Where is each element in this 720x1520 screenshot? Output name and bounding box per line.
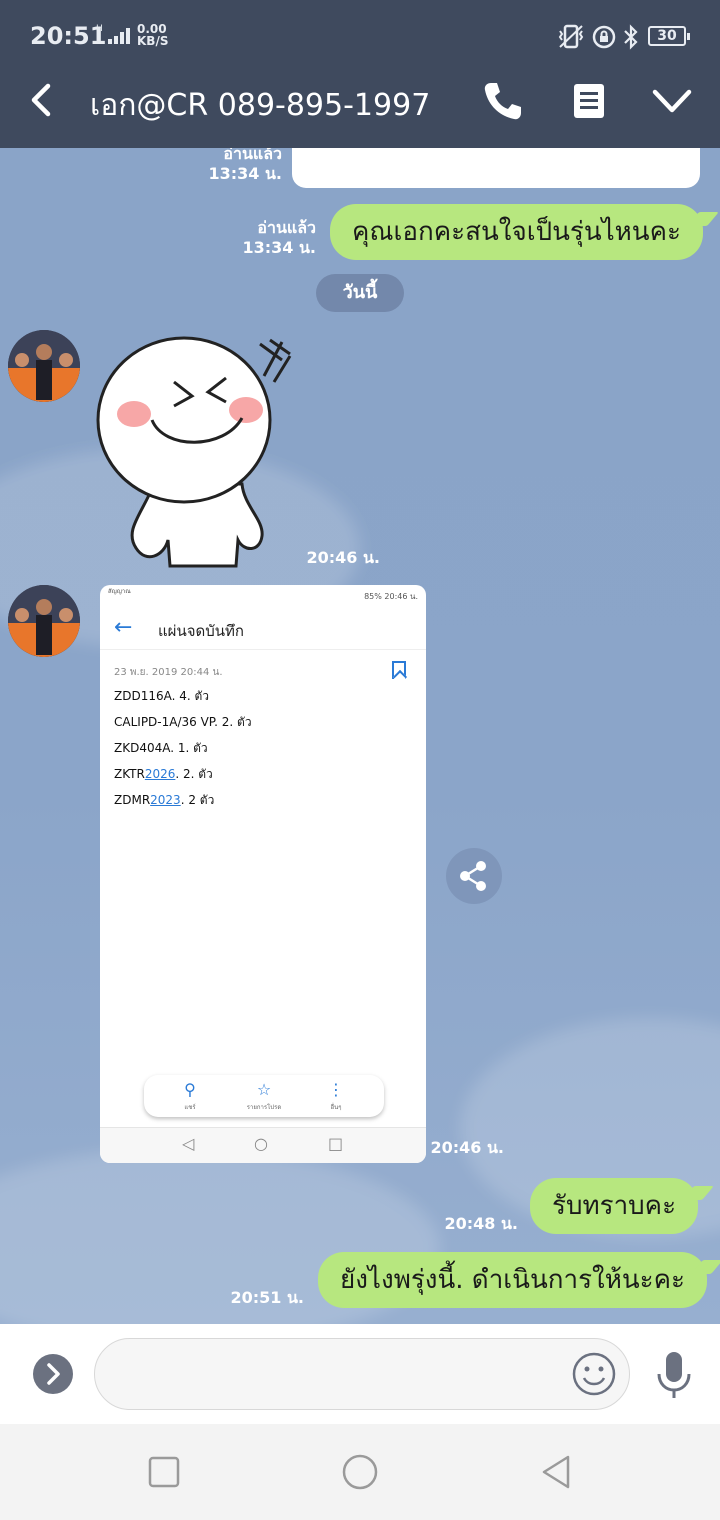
avatar[interactable] [8,585,80,657]
vibrate-icon [558,24,584,49]
microphone-icon[interactable] [654,1350,694,1400]
network-speed: 0.00 KB/S [137,23,168,47]
message-time: 13:34 น. [208,164,282,183]
screenshot-status-bar: สัญญาณ 85% 20:46 น. [100,585,426,607]
toolbar-item: ⚲ แชร์ [160,1081,220,1117]
screenshot-toolbar: ⚲ แชร์ ☆ รายการโปรด ⋮ อื่นๆ [144,1075,384,1117]
square-recents-icon: □ [328,1134,344,1153]
note-line-part: ZDMR [114,793,151,807]
triangle-back-icon: ◁ [182,1134,195,1153]
network-type: H [96,24,103,34]
phone-icon[interactable] [482,80,524,122]
avatar-image [8,585,80,657]
message-time: 20:48 น. [444,1214,518,1233]
chat-title: เอก@CR 089-895-1997 [90,88,431,123]
bookmark-icon [392,661,406,679]
circle-home-icon: ○ [254,1134,268,1153]
recents-square-icon[interactable] [144,1452,184,1492]
bluetooth-icon [624,24,638,50]
share-icon [460,861,486,891]
status-time: 20:51 [30,22,107,50]
message-input-bar [0,1324,720,1424]
message-meta: อ่านแล้ว 13:34 น. [200,148,282,184]
message-meta: อ่านแล้ว 13:34 น. [234,218,316,258]
speed-unit: KB/S [137,34,169,48]
emoji-icon[interactable] [572,1352,616,1396]
day-separator: วันนี้ [316,274,404,312]
note-line: ZKD404A. 1. ตัว [114,741,208,755]
message-time: 13:34 น. [242,238,316,257]
share-button[interactable] [446,848,502,904]
chevron-right-icon [47,1363,60,1385]
outgoing-message-bubble[interactable] [292,148,700,188]
image-message[interactable]: สัญญาณ 85% 20:46 น. ← แผ่นจดบันทึก 23 พ.… [100,585,426,1163]
home-circle-icon[interactable] [340,1452,380,1492]
sticker-image[interactable] [94,334,304,570]
outgoing-message-bubble[interactable]: ยังไงพรุ่งนี้. ดำเนินการให้นะคะ [318,1252,707,1308]
note-date: 23 พ.ย. 2019 20:44 น. [114,667,223,678]
signal-icon [108,28,130,44]
expand-button[interactable] [33,1354,73,1394]
battery-indicator: 30 [648,26,690,46]
toolbar-item: ☆ รายการโปรด [234,1081,294,1117]
toolbar-label: แชร์ [184,1104,196,1111]
note-line: CALIPD-1A/36 VP. 2. ตัว [114,715,252,729]
note-line-part: . 2 ตัว [180,793,215,807]
read-status: อ่านแล้ว [223,148,282,163]
message-time: 20:46 น. [430,1138,504,1157]
outgoing-message-bubble[interactable]: คุณเอกคะสนใจเป็นรุ่นไหนคะ [330,204,703,260]
toolbar-label: อื่นๆ [330,1104,342,1111]
toolbar-item: ⋮ อื่นๆ [306,1081,366,1117]
message-time: 20:46 น. [306,548,380,567]
chevron-down-icon[interactable] [650,82,694,122]
back-icon[interactable] [24,80,60,120]
memo-icon[interactable] [572,82,606,120]
arrow-left-icon: ← [114,615,133,640]
system-nav-bar [0,1424,720,1520]
avatar[interactable] [8,330,80,402]
note-line-part: ZKTR [114,767,145,781]
toolbar-label: รายการโปรด [246,1104,282,1111]
screenshot-status-left: สัญญาณ [108,588,131,595]
note-line: ZKTR2026. 2. ตัว [114,765,213,784]
screenshot-header: ← แผ่นจดบันทึก [100,607,426,649]
screenshot-status-right: 85% 20:46 น. [364,592,418,601]
note-line: ZDD116A. 4. ตัว [114,689,210,703]
screenshot-title: แผ่นจดบันทึก [158,622,244,640]
outgoing-message-bubble[interactable]: รับทราบคะ [530,1178,699,1234]
status-bar: 20:51 H 0.00 KB/S 30 [0,0,720,52]
note-line-link: 2023 [150,793,181,807]
chat-header: เอก@CR 089-895-1997 [0,52,720,148]
avatar-image [8,330,80,402]
note-line-link: 2026 [144,767,176,781]
message-time: 20:51 น. [230,1288,304,1307]
lock-rotation-icon [592,25,616,49]
chat-area[interactable]: อ่านแล้ว 13:34 น. อ่านแล้ว 13:34 น. คุณเ… [0,148,720,1324]
read-status: อ่านแล้ว [257,218,316,237]
back-triangle-icon[interactable] [536,1452,576,1492]
note-line-part: . 2. ตัว [175,767,213,781]
note-line: ZDMR2023. 2 ตัว [114,791,214,810]
screenshot-nav-bar: ◁ ○ □ [100,1127,426,1163]
divider [100,649,426,650]
message-input[interactable] [94,1338,630,1410]
